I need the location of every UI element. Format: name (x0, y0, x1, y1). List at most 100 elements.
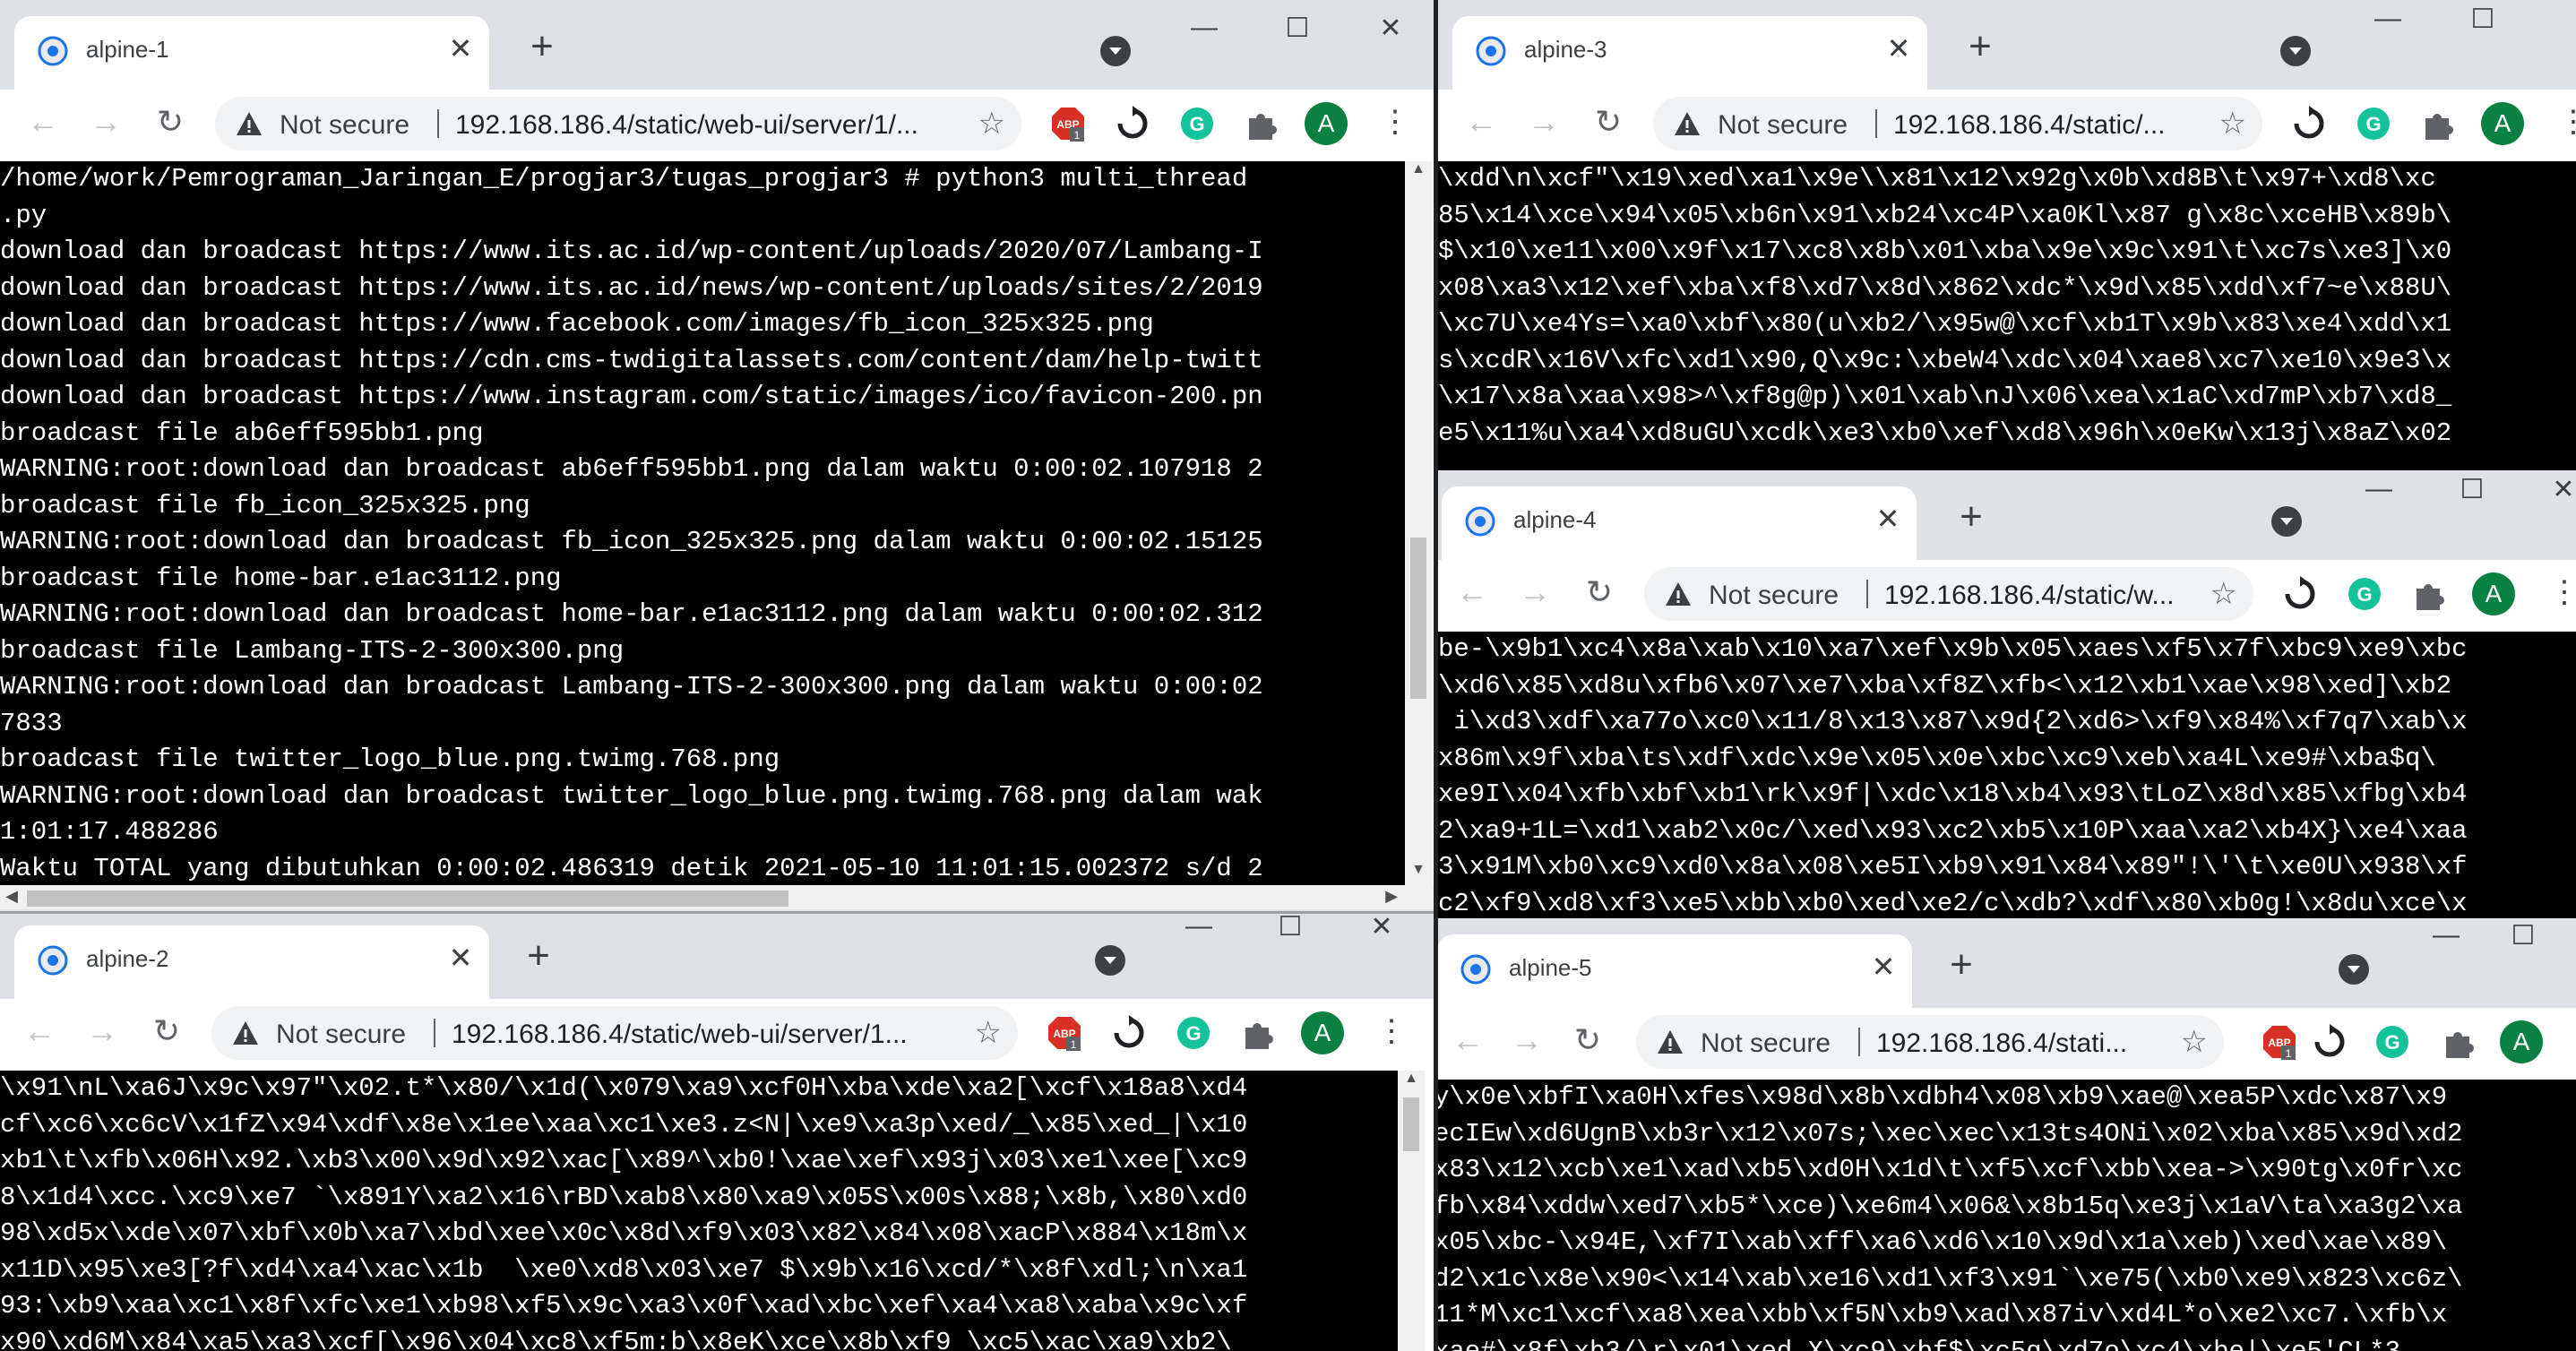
sync-icon[interactable] (2282, 576, 2318, 612)
forward-button[interactable]: → (86, 102, 125, 142)
tab-search-icon[interactable] (1100, 36, 1131, 66)
bookmark-star-icon[interactable]: ☆ (978, 106, 1005, 142)
scrollbar-thumb[interactable] (1403, 1097, 1419, 1151)
new-tab-button[interactable]: + (518, 936, 559, 977)
terminal-output[interactable]: y\x0e\xbfI\xa0H\xfes\x98d\x8b\xdbh4\x08\… (1434, 1080, 2576, 1351)
scroll-left-icon[interactable]: ◀ (0, 887, 23, 906)
url-text[interactable]: 192.168.186.4/static/... (1893, 110, 2198, 141)
tab-alpine-3[interactable]: alpine-3 ✕ (1452, 16, 1927, 90)
scroll-right-icon[interactable]: ▶ (1380, 887, 1403, 906)
scroll-up-icon[interactable]: ▲ (1398, 1071, 1425, 1094)
url-text[interactable]: 192.168.186.4/static/web-ui/server/1... (452, 1020, 953, 1050)
address-bar[interactable]: Not secure 192.168.186.4/static/web-ui/s… (215, 97, 1021, 151)
bookmark-star-icon[interactable]: ☆ (975, 1015, 1002, 1051)
tab-search-icon[interactable] (2339, 954, 2369, 985)
bookmark-star-icon[interactable]: ☆ (2210, 576, 2237, 612)
reload-button[interactable]: ↻ (1580, 572, 1619, 612)
scrollbar-thumb[interactable] (27, 891, 788, 907)
bookmark-star-icon[interactable]: ☆ (2219, 106, 2246, 142)
tab-close-icon[interactable]: ✕ (443, 940, 478, 976)
tab-close-icon[interactable]: ✕ (1870, 501, 1906, 537)
tab-search-icon[interactable] (1095, 945, 1125, 976)
tab-search-icon[interactable] (2280, 36, 2311, 66)
vertical-scrollbar[interactable]: ▲ (1398, 1071, 1425, 1351)
terminal-output[interactable]: \xdd\n\xcf"\x19\xed\xa1\x9e\\x81\x12\x92… (1438, 161, 2576, 470)
sync-icon[interactable] (1115, 106, 1150, 142)
address-bar[interactable]: Not secure 192.168.186.4/static/w... ☆ (1644, 567, 2253, 621)
extensions-puzzle-icon[interactable] (1244, 106, 1279, 142)
terminal-output[interactable]: be-\x9b1\xc4\x8a\xab\x10\xa7\xef\x9b\x05… (1438, 632, 2576, 918)
url-text[interactable]: 192.168.186.4/static/web-ui/server/1/... (455, 110, 957, 141)
tab-close-icon[interactable]: ✕ (443, 30, 478, 66)
reload-button[interactable]: ↻ (1568, 1020, 1607, 1060)
profile-avatar[interactable]: A (1305, 102, 1348, 145)
forward-button[interactable]: → (82, 1011, 122, 1051)
tab-search-icon[interactable] (2271, 506, 2302, 537)
url-text[interactable]: 192.168.186.4/static/w... (1884, 581, 2189, 611)
terminal-output[interactable]: /home/work/Pemrograman_Jaringan_E/progja… (0, 161, 1405, 885)
close-window-button[interactable]: ✕ (1364, 911, 1400, 942)
terminal-output[interactable]: \x91\nL\xa6J\x9c\x97"\x02.t*\x80/\x1d(\x… (0, 1071, 1398, 1351)
profile-avatar[interactable]: A (2500, 1020, 2543, 1063)
scroll-up-icon[interactable]: ▲ (1405, 161, 1432, 185)
address-bar[interactable]: Not secure 192.168.186.4/static/... ☆ (1653, 97, 2262, 151)
vertical-scrollbar[interactable]: ▲ ▼ (1405, 161, 1432, 885)
grammarly-icon[interactable]: G (2356, 106, 2391, 142)
reload-button[interactable]: ↻ (1589, 102, 1628, 142)
grammarly-icon[interactable]: G (2374, 1024, 2410, 1060)
extensions-puzzle-icon[interactable] (2441, 1024, 2477, 1060)
more-menu-icon[interactable]: ⋮ (2549, 574, 2576, 610)
sync-icon[interactable] (2291, 106, 2327, 142)
grammarly-icon[interactable]: G (1179, 106, 1215, 142)
address-bar[interactable]: Not secure 192.168.186.4/stati... ☆ (1636, 1015, 2224, 1069)
address-bar[interactable]: Not secure 192.168.186.4/static/web-ui/s… (211, 1006, 1018, 1060)
profile-avatar[interactable]: A (2481, 102, 2524, 145)
maximize-button[interactable]: ☐ (1272, 911, 1308, 942)
scrollbar-thumb[interactable] (1410, 538, 1426, 699)
back-button[interactable]: ← (20, 1011, 59, 1051)
minimize-button[interactable]: — (1181, 911, 1217, 942)
maximize-button[interactable]: ☐ (1279, 13, 1315, 44)
forward-button[interactable]: → (1507, 1020, 1546, 1060)
url-text[interactable]: 192.168.186.4/stati... (1876, 1028, 2163, 1059)
new-tab-button[interactable]: + (1951, 497, 1992, 538)
adblock-icon[interactable]: ABP1 (2262, 1024, 2297, 1060)
scroll-down-icon[interactable]: ▼ (1405, 862, 1432, 885)
new-tab-button[interactable]: + (1941, 945, 1982, 986)
horizontal-scrollbar[interactable]: ◀ ▶ (0, 885, 1434, 912)
tab-alpine-5[interactable]: alpine-5 ✕ (1437, 934, 1912, 1008)
tab-alpine-1[interactable]: alpine-1 ✕ (14, 16, 489, 90)
more-menu-icon[interactable]: ⋮ (1376, 1013, 1407, 1049)
tab-close-icon[interactable]: ✕ (1865, 949, 1901, 985)
grammarly-icon[interactable]: G (2347, 576, 2382, 612)
extensions-puzzle-icon[interactable] (2420, 106, 2456, 142)
extensions-puzzle-icon[interactable] (1240, 1015, 1276, 1051)
profile-avatar[interactable]: A (1301, 1011, 1344, 1054)
minimize-button[interactable]: — (2370, 4, 2406, 34)
tab-alpine-2[interactable]: alpine-2 ✕ (14, 925, 489, 999)
close-window-button[interactable]: ✕ (2546, 474, 2576, 505)
more-menu-icon[interactable]: ⋮ (2558, 104, 2576, 140)
back-button[interactable]: ← (1461, 102, 1501, 142)
minimize-button[interactable]: — (2428, 920, 2464, 951)
sync-icon[interactable] (1111, 1015, 1147, 1051)
more-menu-icon[interactable]: ⋮ (1380, 104, 1410, 140)
minimize-button[interactable]: — (1186, 13, 1222, 43)
new-tab-button[interactable]: + (1960, 27, 2001, 68)
reload-button[interactable]: ↻ (151, 102, 190, 142)
extensions-puzzle-icon[interactable] (2411, 576, 2447, 612)
maximize-button[interactable]: ☐ (2454, 474, 2490, 505)
maximize-button[interactable]: ☐ (2505, 920, 2541, 951)
bookmark-star-icon[interactable]: ☆ (2181, 1024, 2208, 1060)
profile-avatar[interactable]: A (2472, 572, 2515, 615)
adblock-icon[interactable]: ABP1 (1050, 106, 1086, 142)
adblock-icon[interactable]: ABP1 (1047, 1015, 1082, 1051)
back-button[interactable]: ← (23, 102, 63, 142)
forward-button[interactable]: → (1515, 572, 1555, 612)
sync-icon[interactable] (2312, 1024, 2348, 1060)
grammarly-icon[interactable]: G (1176, 1015, 1211, 1051)
forward-button[interactable]: → (1524, 102, 1564, 142)
new-tab-button[interactable]: + (521, 27, 563, 68)
maximize-button[interactable]: ☐ (2465, 4, 2501, 35)
tab-close-icon[interactable]: ✕ (1881, 30, 1917, 66)
